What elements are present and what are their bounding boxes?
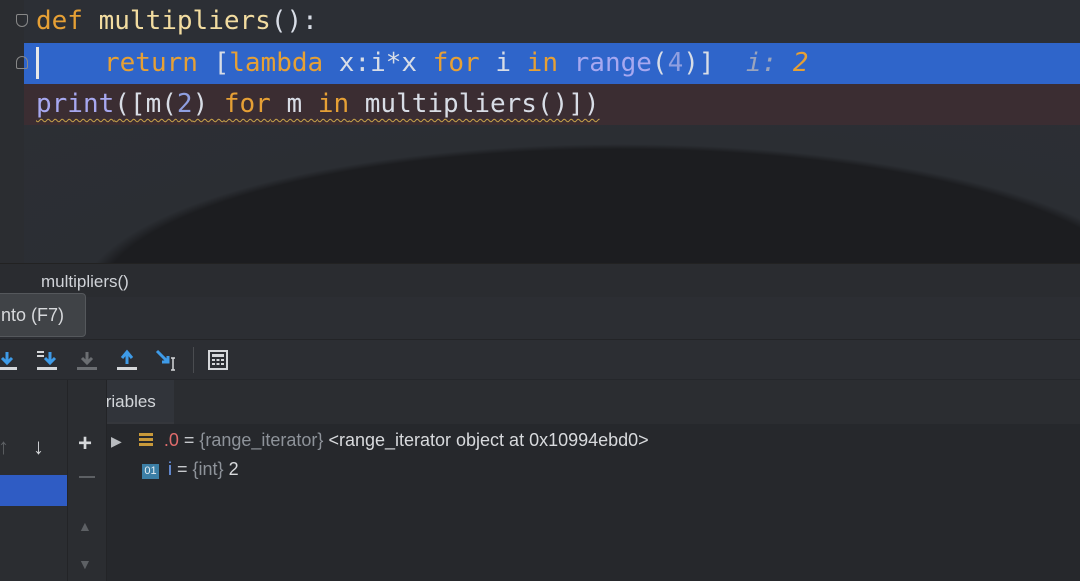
int-type-icon: 01: [142, 464, 159, 479]
equals-sign: =: [172, 459, 193, 479]
code-text: i: [479, 48, 527, 78]
expand-arrow-icon[interactable]: ▶: [111, 433, 122, 449]
step-into-icon: [0, 352, 17, 370]
variable-row[interactable]: 01 i = {int} 2: [142, 459, 239, 480]
move-down-icon[interactable]: ▼: [78, 556, 92, 572]
function-name: multipliers: [98, 6, 271, 36]
variable-value: 2: [223, 459, 239, 479]
inline-debug-label: i:: [745, 48, 778, 78]
frame-up-arrow-icon[interactable]: ↑: [0, 434, 9, 460]
builtin-range: range: [573, 48, 652, 78]
step-into-my-code-button[interactable]: [72, 344, 102, 376]
force-step-into-button[interactable]: [32, 344, 62, 376]
code-text: ): [192, 89, 224, 119]
keyword-in: in: [526, 48, 558, 78]
keyword-def: def: [36, 6, 83, 36]
remove-watch-icon[interactable]: [79, 476, 95, 478]
keyword-lambda: lambda: [229, 48, 324, 78]
text-caret: [36, 47, 39, 79]
builtin-print: print: [36, 89, 115, 119]
variable-type: {int}: [192, 459, 224, 479]
fold-marker-icon[interactable]: [16, 14, 28, 27]
equals-sign: =: [178, 430, 200, 450]
move-up-icon[interactable]: ▲: [78, 518, 92, 534]
code-editor[interactable]: def multipliers(): return [lambda x:i*x …: [0, 0, 1080, 263]
variable-type: {range_iterator}: [199, 430, 324, 450]
debugger-toolbar: [0, 339, 1080, 379]
code-line-3[interactable]: print([m(2) for m in multipliers()]): [36, 84, 600, 124]
code-text: (: [651, 48, 668, 78]
keyword-for: for: [432, 48, 480, 78]
variables-tree: ▶ .0 = {range_iterator} <range_iterator …: [107, 424, 1080, 581]
variable-name: .0: [163, 430, 179, 450]
evaluate-expression-button[interactable]: [203, 344, 233, 376]
run-to-cursor-icon: [155, 349, 175, 371]
frame-breadcrumb-bar: multipliers(): [0, 263, 1080, 297]
keyword-in: in: [317, 89, 350, 119]
code-line-1[interactable]: def multipliers():: [36, 1, 318, 41]
fold-end-marker-icon[interactable]: [16, 56, 28, 69]
code-text: [: [197, 48, 230, 78]
step-into-my-code-icon: [77, 352, 97, 370]
run-to-cursor-button[interactable]: [152, 344, 182, 376]
inline-debug-value: 2: [792, 48, 809, 78]
code-line-2[interactable]: return [lambda x:i*x for i in range(4)] …: [104, 43, 808, 83]
code-text: ([m(: [114, 89, 177, 119]
keyword-for: for: [223, 89, 271, 119]
variable-value: <range_iterator object at 0x10994ebd0>: [323, 430, 649, 450]
code-text: ():: [270, 6, 318, 36]
toolbar-separator: [193, 347, 194, 373]
current-frame-label[interactable]: multipliers(): [41, 272, 129, 292]
evaluate-expression-icon: [208, 350, 228, 370]
force-step-into-icon: [37, 351, 57, 370]
code-text: x:i*x: [323, 48, 433, 78]
step-out-button[interactable]: [112, 344, 142, 376]
frame-down-arrow-icon[interactable]: ↓: [33, 434, 44, 460]
variables-side-toolbar: + ▲ ▼: [67, 380, 107, 581]
list-icon: [138, 433, 153, 447]
code-text: m: [270, 89, 318, 119]
variables-header: [68, 380, 1080, 424]
editor-gutter[interactable]: [0, 0, 24, 263]
keyword-return: return: [104, 48, 198, 78]
number-literal: 2: [176, 89, 193, 119]
step-out-icon: [117, 349, 137, 370]
add-watch-icon[interactable]: +: [78, 430, 92, 458]
step-into-button[interactable]: [0, 344, 22, 376]
code-text: )]: [683, 48, 715, 78]
tooltip: nto (F7): [0, 293, 86, 337]
code-text: multipliers()]): [349, 89, 600, 119]
debugger-header-row: [0, 297, 1080, 339]
selected-frame-row[interactable]: [0, 475, 67, 506]
variable-row[interactable]: ▶ .0 = {range_iterator} <range_iterator …: [111, 430, 649, 451]
number-literal: 4: [667, 48, 684, 78]
